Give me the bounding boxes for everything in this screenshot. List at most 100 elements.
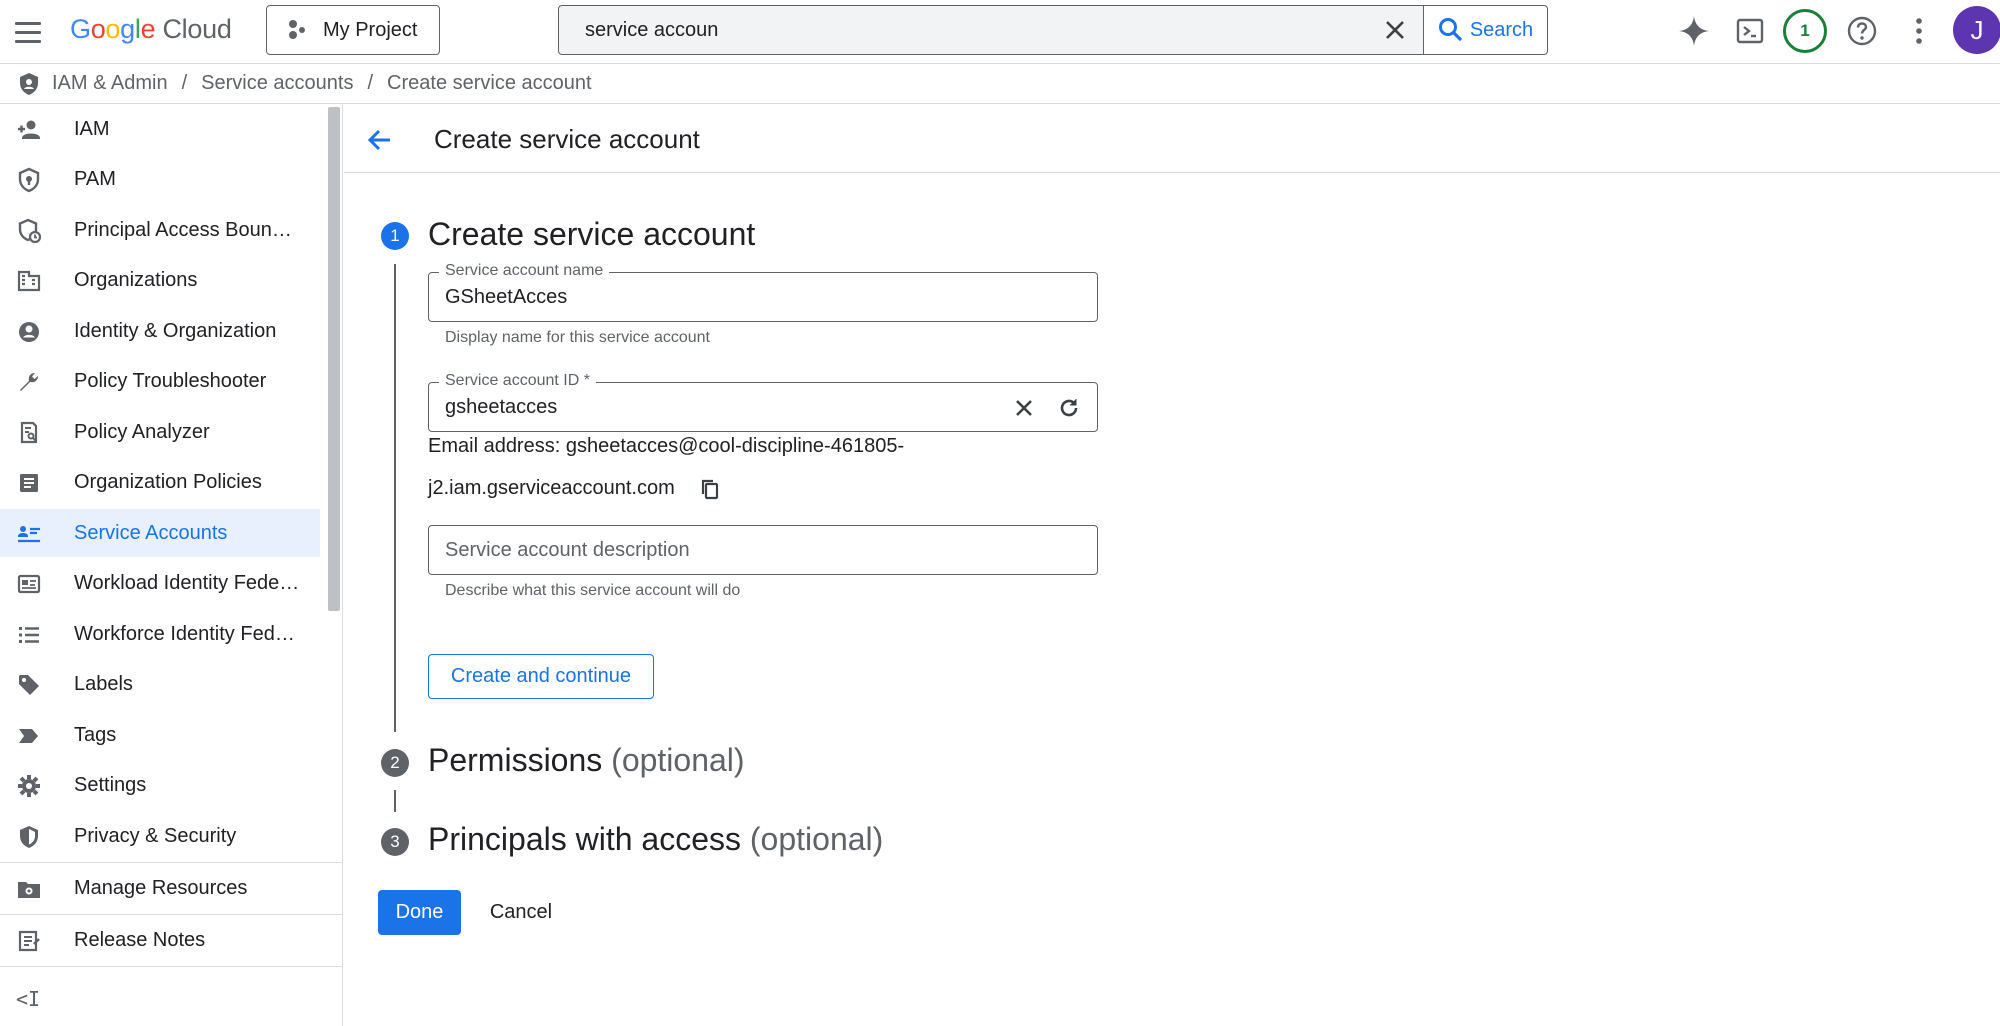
help-icon[interactable] [1839, 8, 1885, 54]
sidebar-item-organization-policies[interactable]: Organization Policies [0, 458, 320, 506]
sidebar-item-workforce-identity-federation[interactable]: Workforce Identity Fed… [0, 610, 320, 658]
search-button[interactable]: Search [1423, 6, 1547, 54]
google-cloud-logo[interactable]: Google Cloud [70, 14, 232, 45]
service-account-name-value: GSheetAcces [445, 286, 568, 308]
main-menu-icon[interactable] [8, 12, 48, 52]
page-title: Create service account [434, 124, 700, 154]
sidebar-item-labels[interactable]: Labels [0, 660, 320, 708]
copy-icon[interactable] [696, 475, 724, 503]
logo-suffix: Cloud [162, 14, 232, 44]
tag-icon [16, 672, 42, 698]
sidebar-item-manage-resources[interactable]: Manage Resources [0, 862, 343, 914]
sidebar-item-organizations[interactable]: Organizations [0, 256, 320, 304]
person-add-icon [16, 117, 42, 143]
service-account-id-value: gsheetacces [445, 396, 558, 418]
sidebar-item-pam[interactable]: PAM [0, 155, 320, 203]
sidebar-item-label: Policy Analyzer [74, 420, 210, 443]
service-account-description-field[interactable]: Service account description [428, 525, 1098, 575]
sidebar-item-label: Principal Access Boun… [74, 218, 292, 241]
service-account-id-field[interactable]: Service account ID * gsheetacces [428, 372, 1098, 432]
service-account-name-field[interactable]: Service account name GSheetAcces [428, 262, 1098, 322]
sidebar: IAM PAM Principal Access Boun… Organizat… [0, 105, 343, 1026]
sidebar-item-label: Workforce Identity Fed… [74, 622, 295, 645]
name-hint: Display name for this service account [445, 329, 710, 346]
document-search-icon [16, 420, 42, 446]
logo-letter: G [70, 14, 91, 44]
sidebar-nav-list: IAM PAM Principal Access Boun… Organizat… [0, 105, 322, 862]
project-dots-icon [289, 20, 305, 39]
sidebar-item-label: Labels [74, 672, 133, 695]
shield-policy-icon [16, 218, 42, 244]
step-2-title[interactable]: Permissions (optional) [428, 742, 745, 779]
id-card-icon [16, 571, 42, 597]
wrench-icon [16, 369, 42, 395]
sidebar-item-iam[interactable]: IAM [0, 105, 320, 153]
sidebar-item-principal-access-boundary[interactable]: Principal Access Boun… [0, 206, 320, 254]
field-label: Service account ID * [439, 372, 596, 390]
list-icon [16, 622, 42, 648]
regenerate-id-icon[interactable] [1053, 392, 1085, 424]
cancel-button[interactable]: Cancel [474, 890, 568, 935]
done-button[interactable]: Done [378, 890, 461, 935]
search-input[interactable] [559, 6, 1367, 54]
breadcrumb-service-accounts[interactable]: Service accounts [201, 72, 353, 95]
breadcrumb-current: Create service account [387, 72, 592, 94]
search-bar: Search [558, 5, 1548, 55]
shield-icon [16, 824, 42, 850]
sidebar-item-release-notes[interactable]: Release Notes [0, 914, 343, 966]
sidebar-item-service-accounts[interactable]: Service Accounts [0, 509, 320, 557]
user-avatar[interactable]: J [1953, 6, 2000, 54]
notifications-button[interactable]: 1 [1782, 8, 1828, 54]
create-and-continue-button[interactable]: Create and continue [428, 654, 654, 699]
sidebar-item-tags[interactable]: Tags [0, 711, 320, 759]
gemini-sparkle-icon[interactable] [1671, 8, 1717, 54]
sidebar-item-settings[interactable]: Settings [0, 761, 320, 809]
sidebar-item-policy-analyzer[interactable]: Policy Analyzer [0, 408, 320, 456]
description-hint: Describe what this service account will … [445, 582, 741, 599]
page-header: Create service account [344, 105, 2000, 173]
clear-id-icon[interactable] [1008, 392, 1040, 424]
step-1-title[interactable]: Create service account [428, 216, 755, 253]
sidebar-item-identity-organization[interactable]: Identity & Organization [0, 307, 320, 355]
collapse-sidebar-icon[interactable]: <I [16, 987, 40, 1011]
sidebar-divider [0, 966, 343, 967]
notification-count: 1 [1783, 9, 1827, 53]
account-circle-icon [16, 319, 42, 345]
project-name: My Project [323, 18, 418, 41]
search-icon [1438, 18, 1462, 42]
more-options-icon[interactable] [1896, 8, 1942, 54]
shield-lock-icon [16, 167, 42, 193]
sidebar-item-label: Workload Identity Fede… [74, 571, 300, 594]
back-arrow-icon[interactable] [362, 122, 398, 158]
email-address-line2: j2.iam.gserviceaccount.com [428, 477, 675, 499]
step-3-indicator: 3 [381, 828, 409, 856]
notes-icon [16, 928, 42, 954]
sidebar-item-workload-identity-federation[interactable]: Workload Identity Fede… [0, 559, 320, 607]
search-button-label: Search [1469, 18, 1534, 41]
clear-search-icon[interactable] [1367, 6, 1423, 54]
sidebar-scrollbar[interactable] [328, 107, 340, 611]
project-picker-button[interactable]: My Project [266, 5, 440, 55]
sidebar-item-policy-troubleshooter[interactable]: Policy Troubleshooter [0, 357, 320, 405]
sidebar-item-label: Identity & Organization [74, 319, 277, 342]
sidebar-item-label: Settings [74, 773, 147, 796]
breadcrumb-iam-admin[interactable]: IAM & Admin [52, 72, 168, 95]
sidebar-item-label: Organizations [74, 268, 198, 291]
step-3-title[interactable]: Principals with access (optional) [428, 821, 883, 858]
step-1-indicator: 1 [381, 222, 409, 250]
description-placeholder: Service account description [445, 539, 690, 561]
sidebar-item-label: Policy Troubleshooter [74, 369, 267, 392]
step-connector [394, 264, 396, 732]
logo-letter: o [105, 14, 121, 44]
list-document-icon [16, 470, 42, 496]
email-address-line1: Email address: gsheetacces@cool-discipli… [428, 435, 905, 457]
breadcrumb-separator: / [181, 72, 188, 94]
cloud-shell-terminal-icon[interactable] [1727, 8, 1773, 54]
logo-letter: o [90, 14, 106, 44]
sidebar-item-privacy-security[interactable]: Privacy & Security [0, 812, 320, 860]
logo-letter: e [140, 14, 156, 44]
sidebar-item-label: Release Notes [74, 929, 206, 951]
breadcrumb: IAM & Admin / Service accounts / Create … [0, 64, 2000, 104]
breadcrumb-separator: / [367, 72, 374, 94]
sidebar-item-label: Privacy & Security [74, 824, 237, 847]
